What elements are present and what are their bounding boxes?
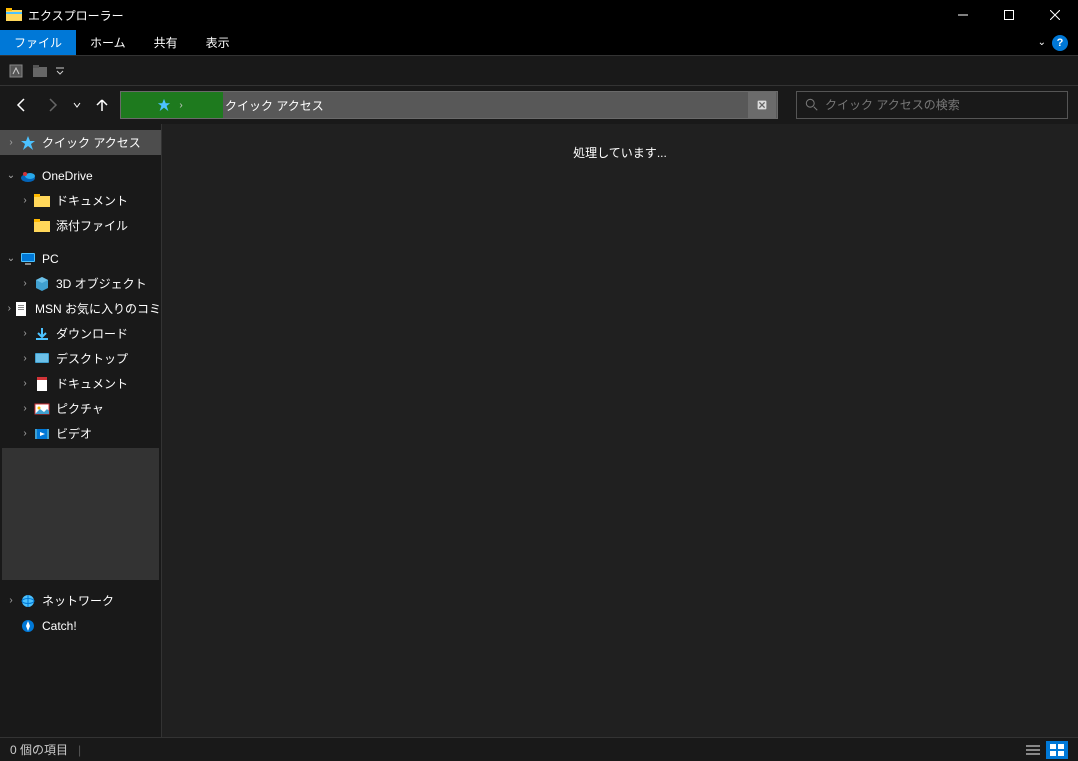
chevron-right-icon[interactable]: ›: [18, 195, 32, 206]
qat-properties-icon[interactable]: [6, 61, 26, 81]
star-icon: [157, 98, 171, 112]
address-text[interactable]: クイック アクセス: [223, 97, 324, 114]
tree-label: ピクチャ: [56, 400, 104, 417]
pictures-icon: [34, 401, 50, 417]
navigation-bar: › クイック アクセス: [0, 86, 1078, 124]
explorer-app-icon: [6, 7, 22, 23]
ribbon-collapse-icon[interactable]: ⌄: [1038, 37, 1046, 48]
window-title: エクスプローラー: [28, 7, 940, 24]
chevron-right-icon[interactable]: ›: [4, 595, 18, 606]
tree-label: PC: [42, 252, 59, 266]
tree-label: ネットワーク: [42, 592, 114, 609]
downloads-icon: [34, 326, 50, 342]
onedrive-icon: [20, 168, 36, 184]
tree-onedrive-attachments[interactable]: › 添付ファイル: [0, 213, 161, 238]
document-icon: [13, 301, 29, 317]
tree-pc-downloads[interactable]: › ダウンロード: [0, 321, 161, 346]
search-input[interactable]: [825, 98, 1059, 112]
ribbon-tabs: ファイル ホーム 共有 表示 ⌄ ?: [0, 30, 1078, 56]
star-icon: [20, 135, 36, 151]
chevron-right-icon[interactable]: ›: [18, 378, 32, 389]
videos-icon: [34, 426, 50, 442]
folder-icon: [34, 193, 50, 209]
tree-label: ビデオ: [56, 425, 92, 442]
tree-network[interactable]: › ネットワーク: [0, 588, 161, 613]
minimize-button[interactable]: [940, 0, 986, 30]
tree-label: デスクトップ: [56, 350, 128, 367]
tree-label: 3D オブジェクト: [56, 275, 147, 292]
navigation-pane: › クイック アクセス ⌄ OneDrive › ドキュメント › 添付ファイル…: [0, 124, 162, 737]
maximize-button[interactable]: [986, 0, 1032, 30]
tree-pc[interactable]: ⌄ PC: [0, 246, 161, 271]
tree-pc-msnfav[interactable]: › MSN お気に入りのコミ: [0, 296, 161, 321]
content-area: › クイック アクセス ⌄ OneDrive › ドキュメント › 添付ファイル…: [0, 124, 1078, 737]
tab-share[interactable]: 共有: [140, 30, 192, 55]
tab-view[interactable]: 表示: [192, 30, 244, 55]
refresh-button[interactable]: [748, 92, 776, 118]
status-item-count: 0 個の項目: [10, 741, 68, 758]
tree-pc-documents[interactable]: › ドキュメント: [0, 371, 161, 396]
search-icon: [805, 98, 819, 112]
tab-file[interactable]: ファイル: [0, 30, 76, 55]
network-icon: [20, 593, 36, 609]
chevron-right-icon[interactable]: ›: [18, 328, 32, 339]
qat-customize-icon[interactable]: [54, 61, 66, 81]
quick-access-toolbar: [0, 56, 1078, 86]
tree-pc-videos[interactable]: › ビデオ: [0, 421, 161, 446]
forward-button[interactable]: [40, 93, 64, 117]
address-icon-box: ›: [121, 92, 223, 118]
chevron-right-icon[interactable]: ›: [18, 403, 32, 414]
folder-icon: [34, 218, 50, 234]
tree-pc-3dobjects[interactable]: › 3D オブジェクト: [0, 271, 161, 296]
tree-label: MSN お気に入りのコミ: [35, 300, 161, 317]
tree-onedrive-documents[interactable]: › ドキュメント: [0, 188, 161, 213]
main-view: 処理しています...: [162, 124, 1078, 737]
tab-home[interactable]: ホーム: [76, 30, 140, 55]
tree-catch[interactable]: › Catch!: [0, 613, 161, 638]
window-controls: [940, 0, 1078, 30]
details-view-button[interactable]: [1022, 741, 1044, 759]
help-icon[interactable]: ?: [1052, 35, 1068, 51]
status-bar: 0 個の項目 |: [0, 737, 1078, 761]
tree-label: OneDrive: [42, 169, 93, 183]
close-button[interactable]: [1032, 0, 1078, 30]
catch-icon: [20, 618, 36, 634]
desktop-icon: [34, 351, 50, 367]
back-button[interactable]: [10, 93, 34, 117]
tree-label: ドキュメント: [56, 375, 128, 392]
status-separator: |: [78, 743, 81, 757]
tree-quick-access[interactable]: › クイック アクセス: [0, 130, 161, 155]
loading-text: 処理しています...: [573, 144, 667, 737]
icons-view-button[interactable]: [1046, 741, 1068, 759]
tree-onedrive[interactable]: ⌄ OneDrive: [0, 163, 161, 188]
tree-label: クイック アクセス: [42, 134, 141, 151]
pc-icon: [20, 251, 36, 267]
tree-pc-pictures[interactable]: › ピクチャ: [0, 396, 161, 421]
tree-label: ダウンロード: [56, 325, 128, 342]
documents-icon: [34, 376, 50, 392]
chevron-down-icon[interactable]: ⌄: [4, 170, 18, 181]
up-button[interactable]: [90, 93, 114, 117]
qat-newfolder-icon[interactable]: [30, 61, 50, 81]
tree-label: 添付ファイル: [56, 217, 128, 234]
chevron-right-icon[interactable]: ›: [8, 303, 11, 314]
titlebar: エクスプローラー: [0, 0, 1078, 30]
tree-label: ドキュメント: [56, 192, 128, 209]
chevron-down-icon[interactable]: ⌄: [4, 253, 18, 264]
3d-objects-icon: [34, 276, 50, 292]
search-box[interactable]: [796, 91, 1068, 119]
address-bar[interactable]: › クイック アクセス: [120, 91, 778, 119]
preview-pane: [2, 448, 159, 580]
recent-locations-button[interactable]: [70, 93, 84, 117]
chevron-right-icon[interactable]: ›: [18, 428, 32, 439]
tree-label: Catch!: [42, 619, 77, 633]
chevron-right-icon[interactable]: ›: [18, 278, 32, 289]
chevron-right-icon[interactable]: ›: [4, 137, 18, 148]
chevron-right-icon[interactable]: ›: [18, 353, 32, 364]
chevron-right-icon: ›: [175, 100, 186, 111]
tree-pc-desktop[interactable]: › デスクトップ: [0, 346, 161, 371]
